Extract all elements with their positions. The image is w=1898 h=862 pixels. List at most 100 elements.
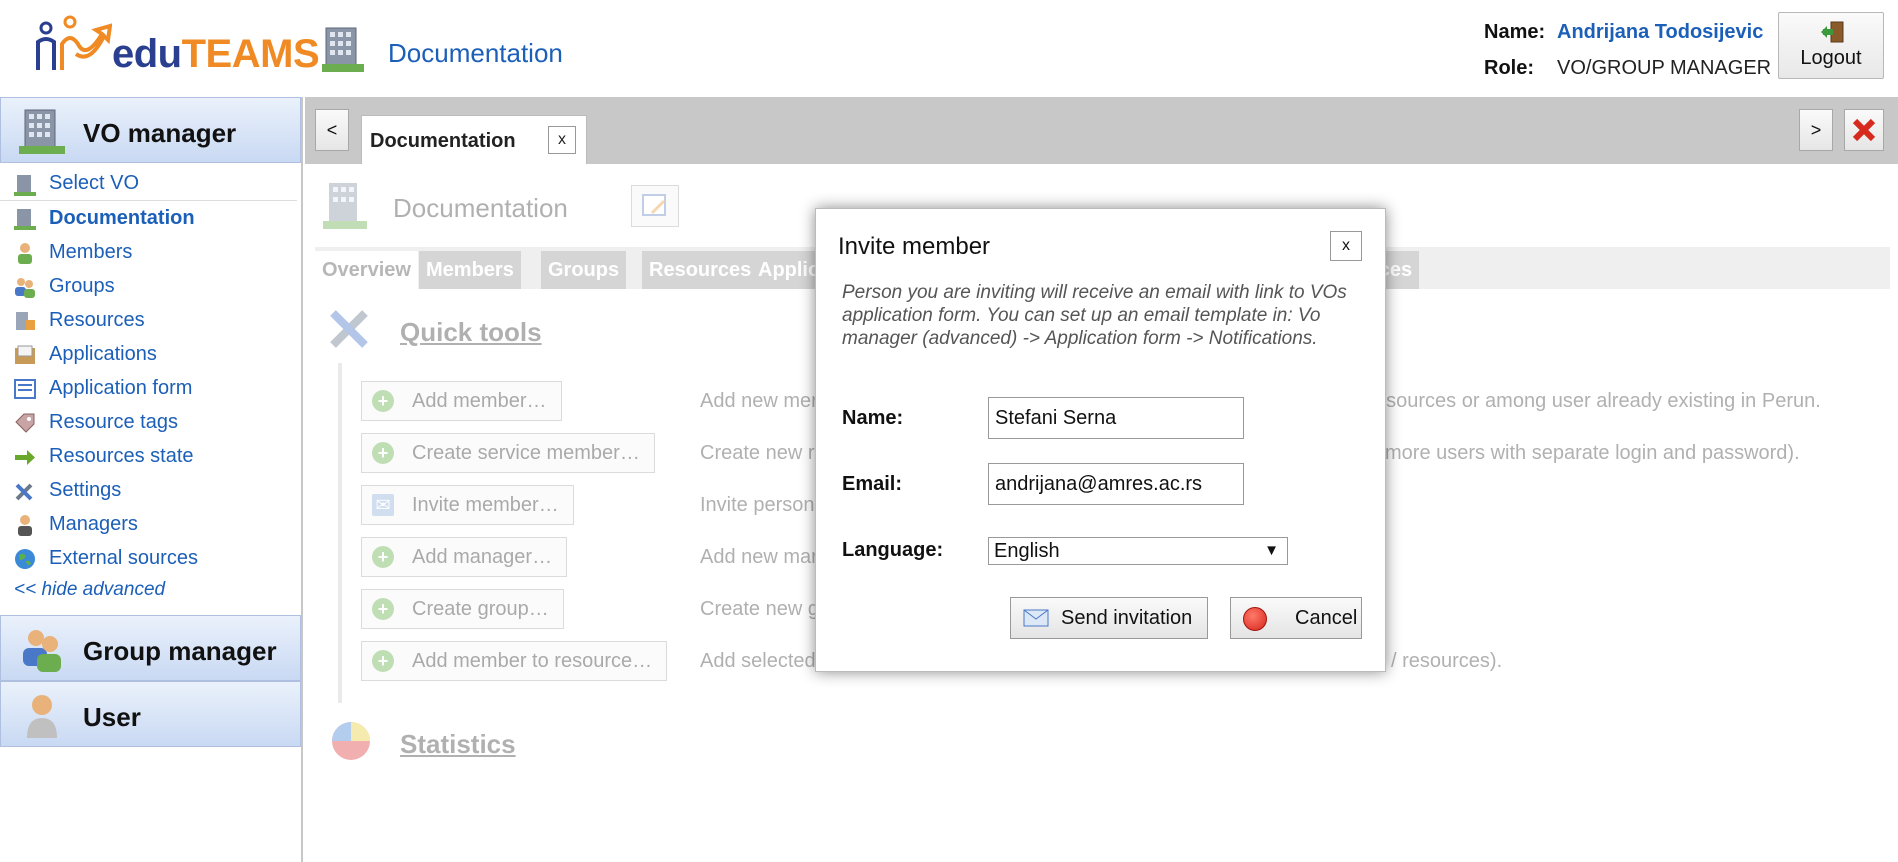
- sidebar-item-application-form[interactable]: Application form: [0, 371, 301, 405]
- add-manager-button[interactable]: + Add manager…: [361, 537, 568, 577]
- add-manager-desc: Add new mar: [700, 546, 818, 568]
- add-icon: +: [372, 442, 394, 464]
- group-icon: [15, 278, 35, 298]
- cancel-label: Cancel: [1295, 607, 1358, 629]
- logout-button[interactable]: Logout: [1778, 12, 1884, 79]
- quick-tools-divider: [338, 363, 342, 703]
- close-all-tabs-button[interactable]: [1844, 109, 1884, 151]
- stop-icon: [1243, 607, 1267, 631]
- name-field-label: Name:: [842, 407, 904, 429]
- create-group-button[interactable]: + Create group…: [361, 589, 564, 629]
- button-label: Create service member…: [412, 442, 640, 464]
- header-title: Documentation: [388, 38, 563, 68]
- tools-icon: [15, 483, 33, 501]
- sidebar-item-settings[interactable]: Settings: [0, 473, 301, 507]
- role-label: Role:: [1484, 56, 1534, 79]
- send-invitation-button[interactable]: Send invitation: [1010, 597, 1208, 639]
- sidebar: VO manager Select VO Documentation Membe…: [0, 97, 303, 862]
- red-x-icon: [1852, 118, 1876, 142]
- building-icon: [14, 209, 36, 230]
- sidebar-item-label: Settings: [49, 478, 122, 501]
- tab-documentation[interactable]: Documentation x: [361, 115, 587, 164]
- button-label: Create group…: [412, 598, 549, 620]
- sidebar-item-label: Resources state: [49, 444, 194, 467]
- tab-next-button[interactable]: >: [1799, 109, 1833, 151]
- create-service-member-button[interactable]: + Create service member…: [361, 433, 655, 473]
- tab-prev-button[interactable]: <: [315, 109, 349, 151]
- add-member-desc-right: al sources or among user already existin…: [1365, 390, 1821, 412]
- building-icon: [323, 183, 367, 229]
- sidebar-item-select-vo[interactable]: Select VO: [0, 167, 297, 201]
- inbox-icon: [15, 345, 35, 364]
- email-field-label: Email:: [842, 473, 903, 495]
- sidebar-item-applications[interactable]: Applications: [0, 337, 301, 371]
- sidebar-item-label: External sources: [49, 546, 198, 569]
- user-info: Name: Andrijana Todosijevic Role: VO/GROUP…: [1484, 14, 1771, 86]
- hide-advanced-link[interactable]: << hide advanced: [0, 575, 301, 605]
- eduteams-logo[interactable]: eduTEAMS: [32, 14, 320, 78]
- user-name-link[interactable]: Andrijana Todosijevic: [1557, 21, 1763, 44]
- statistics-title[interactable]: Statistics: [400, 729, 516, 760]
- edit-button[interactable]: [631, 185, 679, 227]
- form-icon: [14, 379, 36, 399]
- language-selected-value: English: [994, 540, 1060, 562]
- tab-overview[interactable]: Overview: [315, 251, 418, 289]
- building-icon: [14, 175, 36, 196]
- language-field-label: Language:: [842, 539, 944, 561]
- add-icon: +: [372, 598, 394, 620]
- sidebar-item-resources-state[interactable]: Resources state: [0, 439, 301, 473]
- name-field[interactable]: [988, 397, 1244, 439]
- create-service-member-desc-right: more users with separate login and passw…: [1385, 442, 1800, 464]
- group-manager-title: Group manager: [83, 636, 277, 666]
- sidebar-item-resources[interactable]: Resources: [0, 303, 301, 337]
- add-member-to-resource-button[interactable]: + Add member to resource…: [361, 641, 668, 681]
- sidebar-item-members[interactable]: Members: [0, 235, 301, 269]
- invite-member-dialog: Invite member x Person you are inviting …: [815, 208, 1386, 672]
- sidebar-item-groups[interactable]: Groups: [0, 269, 301, 303]
- button-label: Invite member…: [412, 494, 559, 516]
- envelope-icon: ✉: [372, 494, 394, 516]
- sidebar-item-resource-tags[interactable]: Resource tags: [0, 405, 301, 439]
- tab-groups[interactable]: Groups: [541, 251, 627, 289]
- tag-icon: [15, 413, 35, 433]
- add-member-to-resource-desc: Add selected: [700, 650, 816, 672]
- dialog-close-button[interactable]: x: [1330, 231, 1362, 261]
- tab-label: Documentation: [370, 130, 516, 152]
- add-icon: +: [372, 650, 394, 672]
- logo-teams: TEAMS: [181, 32, 320, 76]
- sidebar-item-external-sources[interactable]: External sources: [0, 541, 301, 575]
- sidebar-item-label: Applications: [49, 342, 157, 365]
- add-icon: +: [372, 546, 394, 568]
- invite-member-button[interactable]: ✉ Invite member…: [361, 485, 574, 525]
- vo-manager-section[interactable]: VO manager: [0, 97, 301, 163]
- add-member-desc: Add new mer: [700, 390, 818, 412]
- dialog-info-text: Person you are inviting will receive an …: [842, 282, 1347, 349]
- language-select[interactable]: English ▼: [988, 537, 1288, 565]
- building-icon: [19, 109, 65, 154]
- email-field[interactable]: [988, 463, 1244, 505]
- tab-close-button[interactable]: x: [548, 126, 576, 154]
- user-section[interactable]: User: [0, 681, 301, 747]
- add-member-button[interactable]: + Add member…: [361, 381, 562, 421]
- user-title: User: [83, 702, 141, 732]
- pie-chart-icon: [332, 722, 370, 760]
- sidebar-item-label: Resources: [49, 308, 145, 331]
- cancel-button[interactable]: Cancel: [1230, 597, 1362, 639]
- sidebar-item-label: Managers: [49, 512, 138, 535]
- group-manager-section[interactable]: Group manager: [0, 615, 301, 681]
- page-title: Documentation: [393, 193, 568, 223]
- envelope-icon: [1023, 609, 1049, 627]
- add-member-to-resource-desc-right: / resources).: [1391, 650, 1503, 672]
- tab-resources[interactable]: Resources: [642, 251, 759, 289]
- tab-members[interactable]: Members: [419, 251, 521, 289]
- user-icon: [27, 695, 57, 738]
- logout-door-icon: [1821, 21, 1844, 43]
- member-icon: [18, 243, 32, 264]
- vo-menu: Select VO Documentation Members Groups R…: [0, 163, 301, 611]
- dropdown-arrow-icon: ▼: [1264, 542, 1279, 559]
- send-invitation-label: Send invitation: [1061, 607, 1193, 629]
- sidebar-item-documentation[interactable]: Documentation: [0, 201, 301, 235]
- quick-tools-title[interactable]: Quick tools: [400, 317, 542, 348]
- building-icon: [322, 27, 364, 72]
- sidebar-item-managers[interactable]: Managers: [0, 507, 301, 541]
